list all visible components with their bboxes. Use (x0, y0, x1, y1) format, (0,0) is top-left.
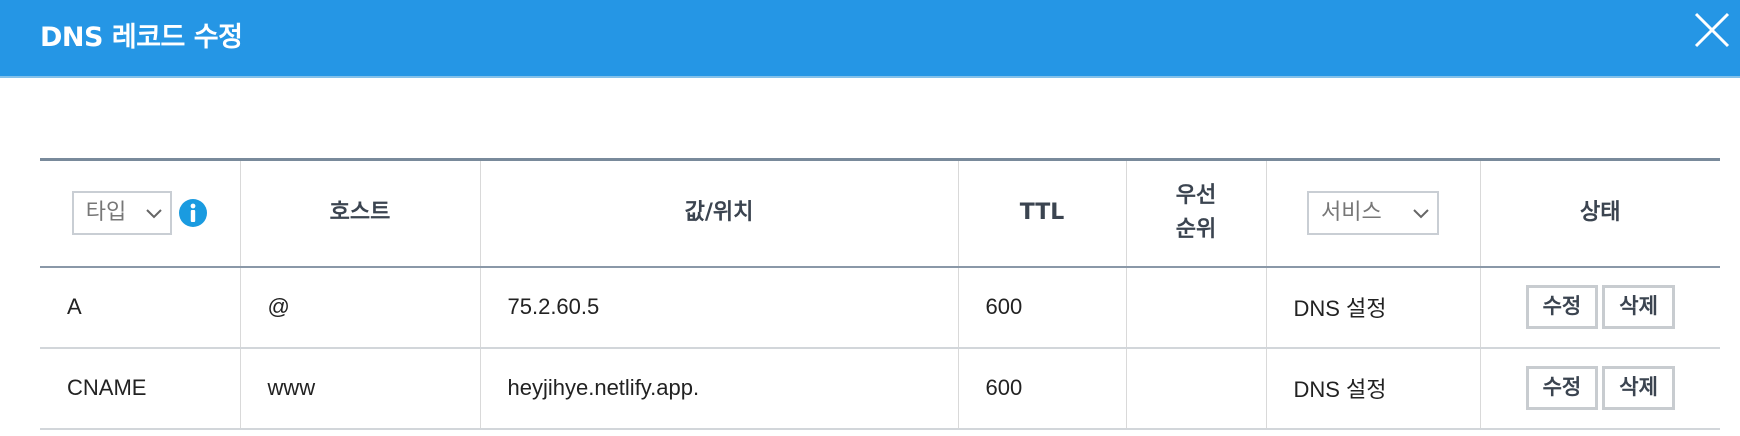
service-select[interactable]: 서비스 (1307, 191, 1439, 236)
row-status: 수정 삭제 (1480, 266, 1720, 349)
priority-header: 우선 순위 (1126, 159, 1267, 268)
ttl-header: TTL (958, 159, 1127, 268)
row-ttl: 600 (958, 347, 1127, 430)
row-host: www (240, 347, 481, 430)
table-header-row: 타입 호스트 값/위치 TTL 우선 순위 서비스 상태 (40, 159, 1720, 268)
edit-button[interactable]: 수정 (1525, 285, 1599, 329)
row-service: DNS 설정 (1266, 347, 1481, 430)
row-priority (1126, 266, 1267, 349)
service-header: 서비스 (1266, 159, 1481, 268)
row-status: 수정 삭제 (1480, 347, 1720, 430)
dns-record-table: 타입 호스트 값/위치 TTL 우선 순위 서비스 상태 A @ 75.2.60… (40, 158, 1720, 430)
delete-button[interactable]: 삭제 (1602, 285, 1675, 329)
row-type: CNAME (40, 347, 241, 430)
row-ttl: 600 (958, 266, 1127, 349)
close-icon[interactable] (1690, 8, 1734, 52)
status-header: 상태 (1480, 159, 1720, 268)
value-header: 값/위치 (480, 159, 959, 268)
row-service: DNS 설정 (1266, 266, 1481, 349)
type-select-label: 타입 (85, 200, 127, 226)
edit-button[interactable]: 수정 (1525, 366, 1599, 410)
delete-button[interactable]: 삭제 (1602, 366, 1675, 410)
table-row: CNAME www heyjihye.netlify.app. 600 DNS … (40, 347, 1720, 430)
type-header: 타입 (40, 159, 241, 268)
row-value: heyjihye.netlify.app. (480, 347, 959, 430)
row-priority (1126, 347, 1267, 430)
table-row: A @ 75.2.60.5 600 DNS 설정 수정 삭제 (40, 266, 1720, 349)
row-value: 75.2.60.5 (480, 266, 959, 349)
row-host: @ (240, 266, 481, 349)
type-select[interactable]: 타입 (71, 191, 172, 236)
chevron-down-icon (146, 209, 162, 219)
chevron-down-icon (1413, 209, 1429, 219)
row-type: A (40, 266, 241, 349)
host-header: 호스트 (240, 159, 481, 268)
dialog-title: DNS 레코드 수정 (40, 22, 243, 53)
dialog-header: DNS 레코드 수정 (0, 0, 1740, 78)
service-select-label: 서비스 (1321, 200, 1382, 226)
info-icon[interactable] (178, 198, 208, 228)
